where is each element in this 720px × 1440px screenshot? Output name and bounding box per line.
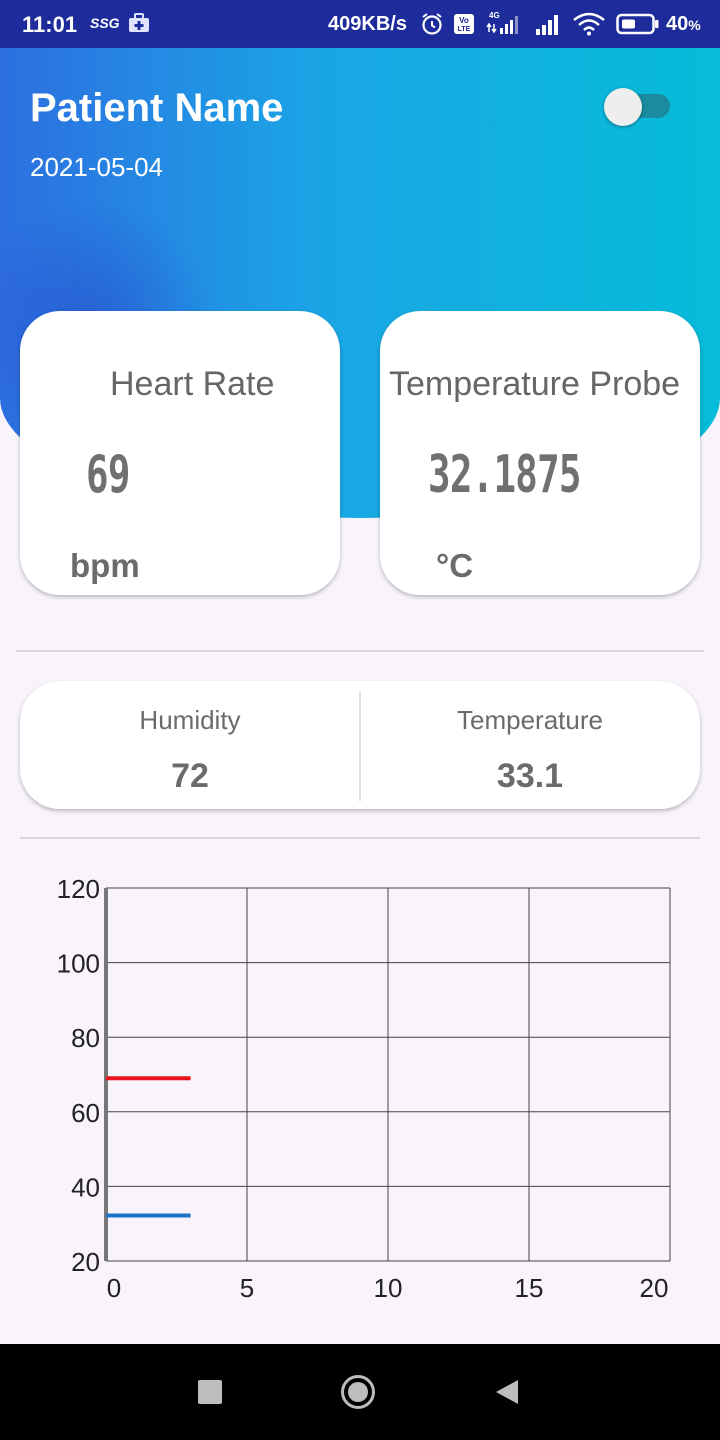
svg-text:4G: 4G (489, 11, 500, 20)
wifi-icon (573, 12, 605, 36)
back-button[interactable] (494, 1378, 520, 1406)
y-tick-label: 60 (71, 1098, 100, 1128)
divider (20, 837, 700, 839)
y-tick-label: 80 (71, 1023, 100, 1053)
divider (16, 650, 704, 652)
x-tick-label: 10 (374, 1273, 403, 1303)
battery-icon (616, 13, 659, 35)
temperature-probe-title: Temperature Probe (389, 365, 681, 403)
svg-text:Vo: Vo (459, 16, 469, 25)
y-tick-label: 40 (71, 1172, 100, 1202)
environment-card: Humidity 72 Temperature 33.1 (20, 681, 700, 809)
temperature-probe-card[interactable]: Temperature Probe 32.1875 °C (380, 311, 700, 595)
temperature-label: Temperature (457, 705, 603, 735)
patient-name: Patient Name (30, 86, 284, 130)
alarm-icon (422, 13, 442, 35)
recent-apps-button[interactable] (198, 1380, 222, 1404)
heart-rate-unit: bpm (70, 547, 140, 584)
svg-text:LTE: LTE (458, 26, 471, 33)
y-tick-label: 20 (71, 1247, 100, 1277)
y-tick-label: 120 (57, 874, 100, 904)
battery-percent: 40% (666, 13, 701, 35)
signal-icon (536, 15, 558, 35)
humidity-label: Humidity (139, 705, 241, 735)
temperature-probe-value: 32.1875 (428, 445, 581, 505)
network-speed: 409KB/s (328, 13, 407, 35)
volte-icon: Vo LTE (454, 14, 474, 34)
signal-4g-icon: 4G (486, 11, 518, 34)
y-tick-label: 100 (57, 949, 100, 979)
status-bar: 11:01 SSG 409KB/s Vo LTE 4G 40% (0, 0, 720, 48)
heart-rate-card[interactable]: Heart Rate 69 bpm (20, 311, 340, 595)
toggle-switch[interactable] (604, 88, 670, 126)
toggle-thumb (604, 88, 642, 126)
x-tick-label: 0 (107, 1273, 121, 1303)
x-tick-label: 20 (640, 1273, 669, 1303)
carrier-tag: SSG (90, 15, 120, 31)
status-time: 11:01 (22, 12, 78, 37)
patient-date: 2021-05-04 (30, 152, 163, 182)
x-tick-label: 5 (240, 1273, 254, 1303)
heart-rate-value: 69 (86, 445, 130, 505)
x-tick-label: 15 (515, 1273, 544, 1303)
temperature-probe-unit: °C (436, 547, 474, 584)
medical-kit-icon (129, 13, 149, 32)
temperature-value: 33.1 (496, 757, 564, 795)
readings-chart: 20 40 60 80 100 120 0 5 10 15 20 (57, 874, 671, 1303)
humidity-value: 72 (171, 757, 209, 795)
home-button[interactable] (340, 1374, 376, 1410)
heart-rate-title: Heart Rate (110, 365, 275, 403)
